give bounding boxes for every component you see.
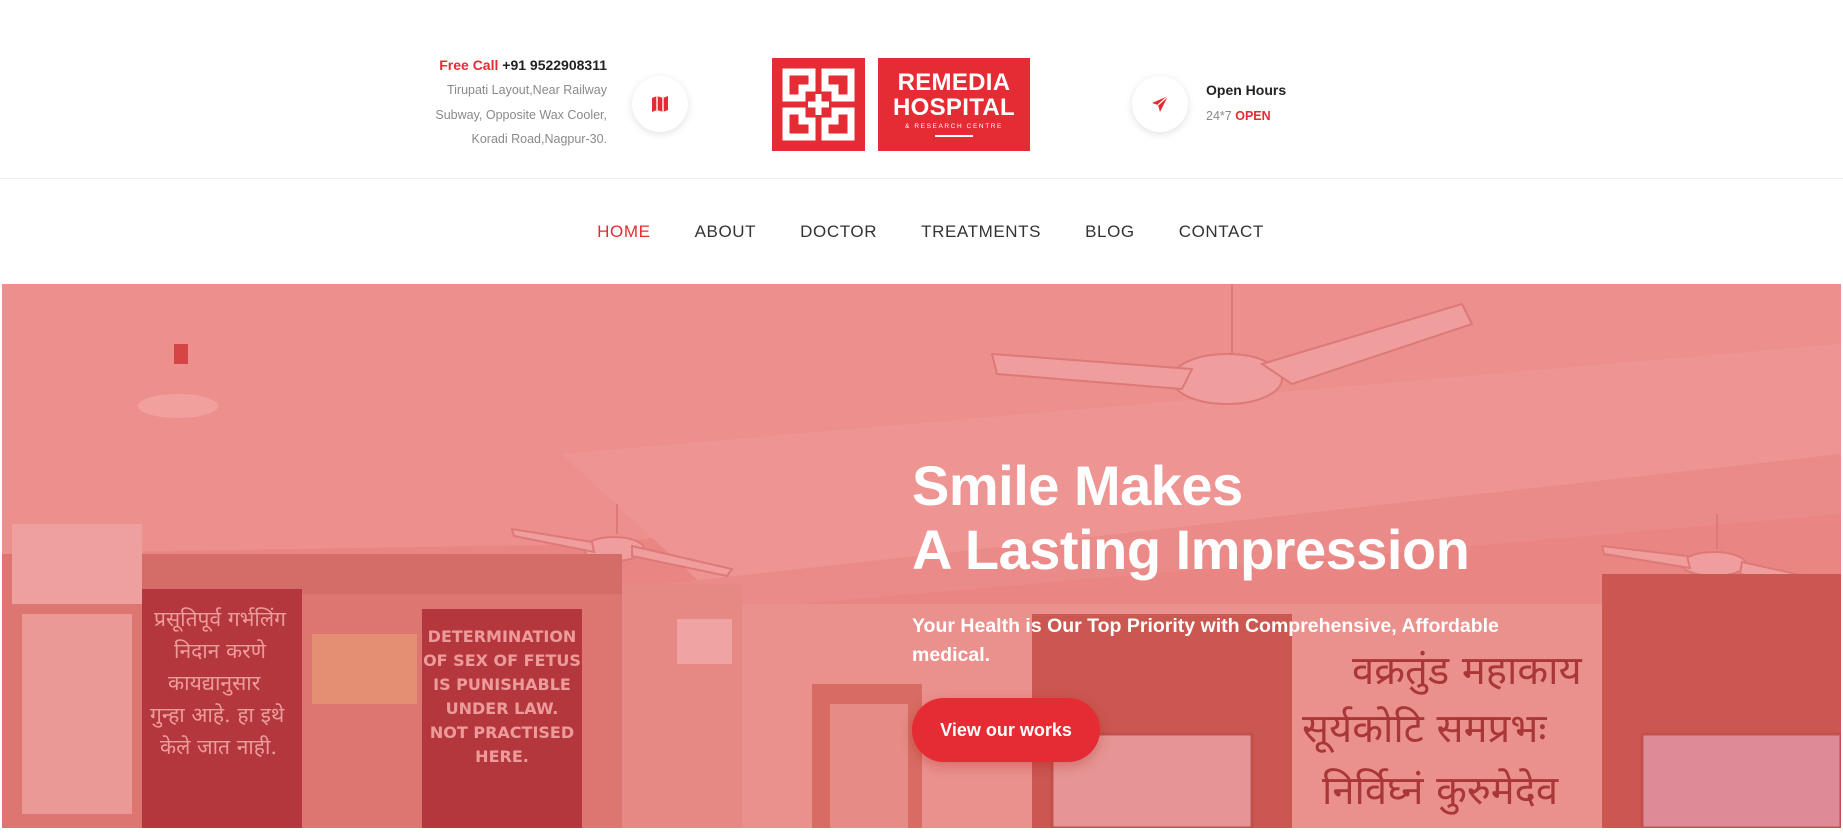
address: Tirupati Layout,Near Railway Subway, Opp… — [347, 78, 607, 152]
hero-title-line-2: A Lasting Impression — [912, 518, 1470, 581]
open-hours-time: 24*7 — [1206, 109, 1232, 123]
logo-mark-icon — [772, 58, 865, 151]
logo-underline — [935, 135, 973, 137]
map-icon-button[interactable] — [632, 76, 688, 132]
hospital-logo[interactable]: REMEDIA HOSPITAL & RESEARCH CENTRE — [772, 58, 1030, 151]
paper-plane-icon — [1152, 95, 1169, 112]
open-status-badge: OPEN — [1235, 109, 1271, 123]
send-icon-button[interactable] — [1132, 76, 1188, 132]
view-works-button[interactable]: View our works — [912, 698, 1100, 762]
logo-line-2: HOSPITAL — [893, 94, 1015, 121]
nav-item-home[interactable]: HOME — [597, 179, 650, 284]
address-line: Tirupati Layout,Near Railway — [446, 83, 607, 97]
nav-item-treatments[interactable]: TREATMENTS — [921, 179, 1041, 284]
open-hours: Open Hours 24*7 OPEN — [1206, 82, 1286, 123]
site-header: Free Call +91 9522908311 Tirupati Layout… — [0, 0, 1843, 178]
open-hours-status: 24*7 OPEN — [1206, 109, 1286, 123]
phone-line: Free Call +91 9522908311 — [347, 56, 607, 74]
address-line: Koradi Road,Nagpur-30. — [471, 132, 608, 146]
map-icon — [652, 96, 668, 112]
hero-title-line-1: Smile Makes — [912, 454, 1243, 517]
nav-list: HOME ABOUT DOCTOR TREATMENTS BLOG CONTAC… — [0, 179, 1843, 284]
open-hours-title: Open Hours — [1206, 82, 1287, 98]
address-line: Subway, Opposite Wax Cooler, — [435, 107, 607, 122]
nav-item-about[interactable]: ABOUT — [695, 179, 757, 284]
main-nav: HOME ABOUT DOCTOR TREATMENTS BLOG CONTAC… — [0, 179, 1843, 284]
free-call-label: Free Call — [439, 57, 499, 73]
contact-info: Free Call +91 9522908311 Tirupati Layout… — [347, 56, 607, 152]
logo-line-3: & RESEARCH CENTRE — [905, 123, 1003, 130]
nav-item-doctor[interactable]: DOCTOR — [800, 179, 877, 284]
hero-subtitle: Your Health is Our Top Priority with Com… — [912, 615, 1499, 666]
hero-banner: प्रसूतिपूर्व गर्भलिंग निदान करणे कायद्या… — [2, 284, 1841, 828]
phone-number[interactable]: +91 9522908311 — [502, 57, 607, 73]
nav-item-contact[interactable]: CONTACT — [1179, 179, 1264, 284]
nav-item-blog[interactable]: BLOG — [1085, 179, 1135, 284]
hero-title: Smile Makes A Lasting Impression — [912, 454, 1470, 582]
logo-text: REMEDIA HOSPITAL & RESEARCH CENTRE — [878, 58, 1030, 151]
logo-line-1: REMEDIA — [897, 69, 1011, 96]
